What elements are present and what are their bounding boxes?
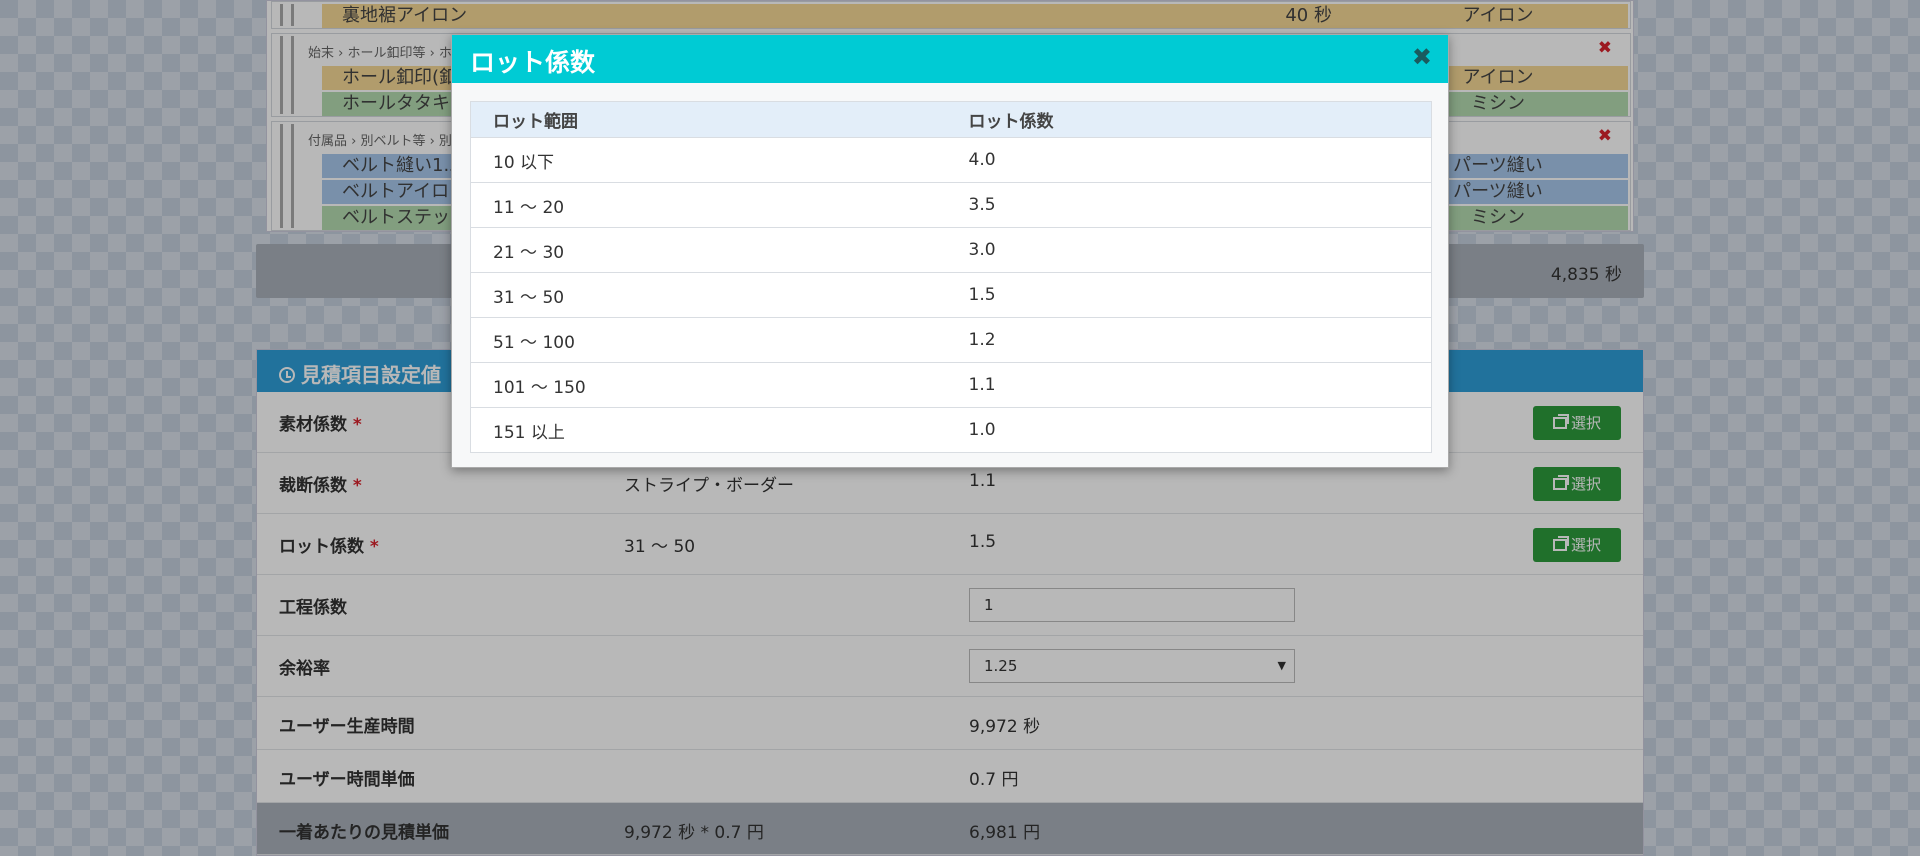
table-row[interactable]: 11 〜 20 3.5	[470, 182, 1432, 228]
column-header-range: ロット範囲	[470, 101, 947, 138]
modal-header: ロット係数 ✖	[452, 35, 1448, 83]
table-header-row: ロット範囲 ロット係数	[470, 101, 1432, 138]
range-cell: 31 〜 50	[470, 272, 947, 318]
lot-coefficient-table: ロット範囲 ロット係数 10 以下 4.0 11 〜 20 3.5 21 〜 3…	[470, 101, 1432, 453]
table-row[interactable]: 21 〜 30 3.0	[470, 227, 1432, 273]
table-row[interactable]: 31 〜 50 1.5	[470, 272, 1432, 318]
coef-cell: 1.1	[946, 362, 1432, 408]
table-row[interactable]: 51 〜 100 1.2	[470, 317, 1432, 363]
range-cell: 11 〜 20	[470, 182, 947, 228]
lot-coefficient-modal: ロット係数 ✖ ロット範囲 ロット係数 10 以下 4.0 11 〜 20 3.…	[451, 34, 1449, 468]
range-cell: 21 〜 30	[470, 227, 947, 273]
coef-cell: 3.0	[946, 227, 1432, 273]
close-icon[interactable]: ✖	[1412, 43, 1432, 71]
coef-cell: 1.5	[946, 272, 1432, 318]
range-cell: 51 〜 100	[470, 317, 947, 363]
coef-cell: 4.0	[946, 137, 1432, 183]
column-header-coef: ロット係数	[946, 101, 1432, 138]
coef-cell: 1.2	[946, 317, 1432, 363]
modal-title: ロット係数	[470, 48, 596, 77]
coef-cell: 3.5	[946, 182, 1432, 228]
modal-body: ロット範囲 ロット係数 10 以下 4.0 11 〜 20 3.5 21 〜 3…	[470, 101, 1432, 453]
table-row[interactable]: 10 以下 4.0	[470, 137, 1432, 183]
range-cell: 151 以上	[470, 407, 947, 453]
coef-cell: 1.0	[946, 407, 1432, 453]
range-cell: 101 〜 150	[470, 362, 947, 408]
table-row[interactable]: 151 以上 1.0	[470, 407, 1432, 453]
range-cell: 10 以下	[470, 137, 947, 183]
table-row[interactable]: 101 〜 150 1.1	[470, 362, 1432, 408]
